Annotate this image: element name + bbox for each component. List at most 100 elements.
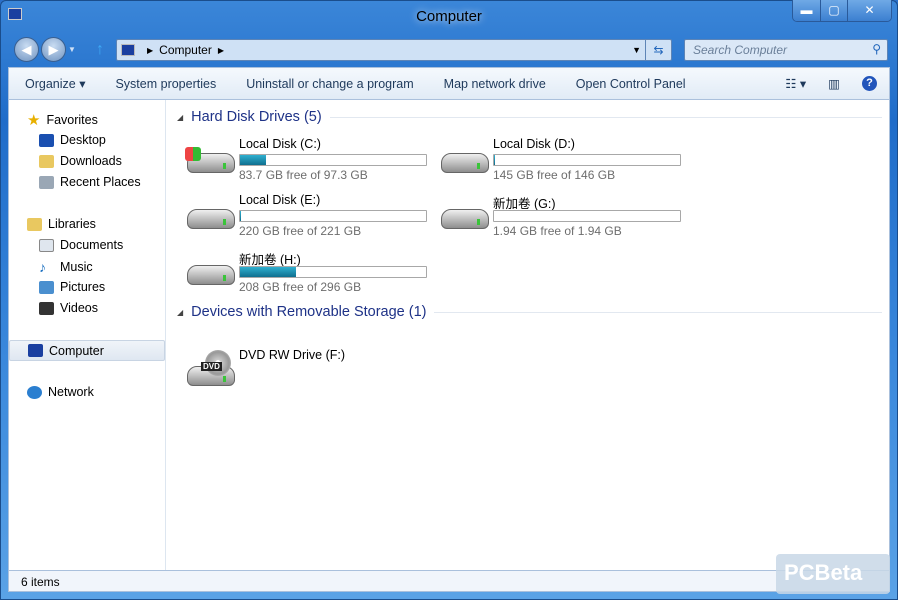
command-bar: Organize ▾ System properties Uninstall o… (8, 67, 890, 100)
divider (329, 116, 882, 118)
recent-pages-dropdown[interactable]: ▼ (68, 45, 76, 54)
chevron-down-icon[interactable]: ▼ (632, 45, 641, 55)
chevron-right-icon[interactable]: ▶ (147, 46, 153, 55)
desktop-icon (39, 133, 54, 147)
uninstall-button[interactable]: Uninstall or change a program (246, 77, 413, 91)
divider (434, 311, 882, 313)
sidebar-label: Pictures (60, 280, 106, 294)
sidebar-item-recent-places[interactable]: Recent Places (39, 175, 141, 189)
sidebar-label: Favorites (46, 113, 98, 127)
open-control-panel-button[interactable]: Open Control Panel (576, 77, 686, 91)
address-bar[interactable]: ▶ Computer ▶ ▼ ⇆ (116, 39, 672, 61)
drive-usage-bar (493, 210, 681, 222)
sidebar-item-libraries[interactable]: Libraries (27, 217, 96, 231)
documents-icon (39, 238, 54, 252)
drive-free-space: 208 GB free of 296 GB (239, 280, 362, 294)
group-header-hard-disk-drives[interactable]: ◢ Hard Disk Drives (5) (177, 109, 882, 125)
hard-drive-icon (187, 209, 235, 229)
star-icon: ★ (27, 112, 41, 129)
sidebar-item-downloads[interactable]: Downloads (39, 154, 122, 168)
search-icon[interactable]: ⚲ (872, 42, 881, 56)
sidebar-label: Network (48, 385, 94, 399)
drive-usage-bar (239, 154, 427, 166)
drive-item-dvd[interactable]: DVD DVD RW Drive (F:) (185, 344, 435, 396)
sidebar-label: Recent Places (60, 175, 141, 189)
windows-logo-icon (185, 147, 201, 161)
organize-button[interactable]: Organize ▾ (25, 76, 85, 91)
window-title: Computer (416, 8, 482, 25)
main-area: ★ Favorites Desktop Downloads Recent Plac… (8, 100, 890, 570)
group-title: Hard Disk Drives (5) (191, 109, 322, 125)
status-bar: 6 items (8, 570, 890, 592)
drive-item[interactable]: 新加卷 (H:) 208 GB free of 296 GB (185, 249, 435, 301)
hard-drive-icon (441, 209, 489, 229)
drive-label: Local Disk (D:) (493, 137, 575, 151)
drive-item[interactable]: Local Disk (C:) 83.7 GB free of 97.3 GB (185, 137, 435, 189)
refresh-button[interactable]: ⇆ (645, 40, 671, 60)
maximize-button[interactable]: ▢ (820, 0, 847, 21)
back-button[interactable]: ◀ (14, 37, 39, 62)
drive-item[interactable]: Local Disk (D:) 145 GB free of 146 GB (439, 137, 689, 189)
sidebar-item-documents[interactable]: Documents (39, 238, 123, 252)
network-icon (27, 385, 42, 399)
sidebar-item-network[interactable]: Network (27, 385, 94, 399)
recent-places-icon (39, 175, 54, 189)
close-button[interactable]: ✕ (847, 0, 891, 21)
sidebar-item-desktop[interactable]: Desktop (39, 133, 106, 147)
drive-label: DVD RW Drive (F:) (239, 348, 346, 362)
sidebar-item-pictures[interactable]: Pictures (39, 280, 105, 294)
group-header-removable-storage[interactable]: ◢ Devices with Removable Storage (1) (177, 304, 882, 320)
sidebar-item-favorites[interactable]: ★ Favorites (27, 111, 98, 129)
system-properties-button[interactable]: System properties (115, 77, 216, 91)
content-pane: ◢ Hard Disk Drives (5) Local Disk (C:) 83… (167, 100, 889, 570)
help-icon[interactable]: ? (862, 76, 877, 91)
videos-icon (39, 301, 54, 315)
drive-item[interactable]: 新加卷 (G:) 1.94 GB free of 1.94 GB (439, 193, 689, 245)
drive-label: Local Disk (C:) (239, 137, 321, 151)
collapse-icon[interactable]: ◢ (177, 308, 183, 317)
pictures-icon (39, 280, 54, 294)
search-input[interactable]: Search Computer ⚲ (684, 39, 888, 61)
group-title: Devices with Removable Storage (1) (191, 304, 427, 320)
preview-pane-icon[interactable]: ▥ (828, 76, 840, 91)
sidebar-item-videos[interactable]: Videos (39, 301, 98, 315)
drive-free-space: 83.7 GB free of 97.3 GB (239, 168, 368, 182)
sidebar-label: Downloads (60, 154, 122, 168)
view-options-icon[interactable]: ☷ ▾ (785, 76, 806, 91)
hard-drive-icon (441, 153, 489, 173)
sidebar-label: Videos (60, 301, 98, 315)
drive-free-space: 145 GB free of 146 GB (493, 168, 616, 182)
sidebar-label: Computer (49, 343, 104, 358)
sidebar-label: Libraries (48, 217, 96, 231)
drive-free-space: 220 GB free of 221 GB (239, 224, 362, 238)
sidebar-label: Documents (60, 238, 124, 252)
map-network-drive-button[interactable]: Map network drive (444, 77, 546, 91)
window-controls: ▬ ▢ ✕ (792, 0, 892, 22)
item-count: 6 items (21, 575, 60, 589)
pcbeta-watermark-logo: PCBeta (776, 554, 890, 594)
nav-buttons: ◀ ▶ ▼ (14, 37, 76, 62)
forward-button[interactable]: ▶ (41, 37, 66, 62)
drive-usage-bar (493, 154, 681, 166)
libraries-icon (27, 217, 42, 231)
sidebar-label: Desktop (60, 133, 106, 147)
minimize-button[interactable]: ▬ (793, 0, 820, 21)
breadcrumb-computer[interactable]: Computer (159, 43, 212, 57)
chevron-right-icon[interactable]: ▶ (218, 46, 224, 55)
drive-item[interactable]: Local Disk (E:) 220 GB free of 221 GB (185, 193, 435, 245)
music-icon: ♪ (39, 259, 46, 275)
search-placeholder: Search Computer (693, 43, 788, 57)
downloads-folder-icon (39, 154, 54, 168)
hard-drive-icon (187, 265, 235, 285)
dvd-icon: DVD (187, 350, 235, 386)
drive-label: Local Disk (E:) (239, 193, 321, 207)
sidebar-item-music[interactable]: ♪ Music (39, 259, 93, 275)
up-arrow-icon[interactable]: ↑ (96, 41, 104, 59)
drive-usage-bar (239, 266, 427, 278)
computer-icon (121, 44, 135, 56)
collapse-icon[interactable]: ◢ (177, 113, 183, 122)
navigation-pane: ★ Favorites Desktop Downloads Recent Plac… (9, 100, 166, 570)
drive-usage-bar (239, 210, 427, 222)
drive-free-space: 1.94 GB free of 1.94 GB (493, 224, 622, 238)
sidebar-item-computer[interactable]: Computer (9, 340, 165, 361)
